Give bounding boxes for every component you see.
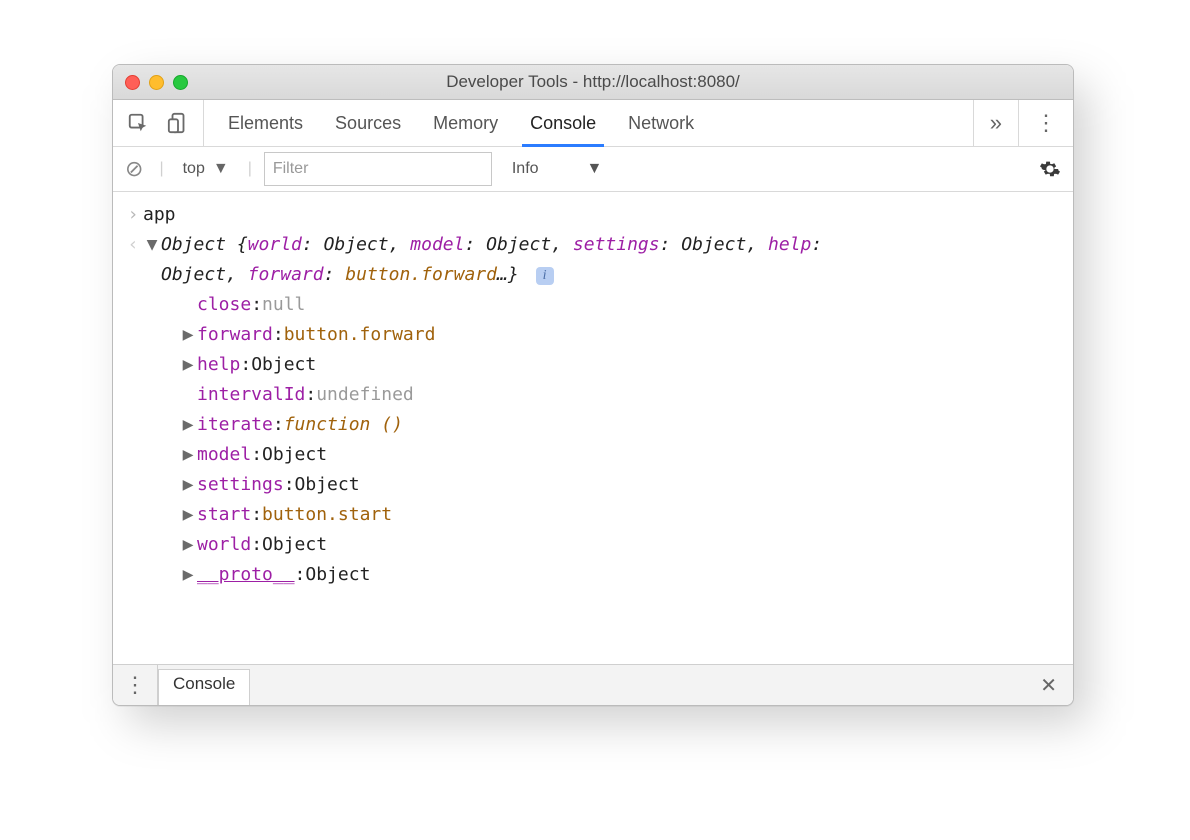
log-level-select[interactable]: Info ▼ — [512, 160, 603, 178]
expand-triangle-icon[interactable]: ▶ — [179, 560, 197, 590]
expand-triangle-icon[interactable]: ▶ — [179, 350, 197, 380]
chevron-down-icon: ▼ — [587, 160, 603, 178]
console-output: › app ‹ ▼ Object {world: Object, model: … — [113, 192, 1073, 664]
more-tabs-icon[interactable]: » — [973, 100, 1018, 146]
property-row[interactable]: ▶world: Object — [179, 530, 1063, 560]
settings-menu-icon[interactable]: ⋮ — [1018, 100, 1073, 146]
drawer: ⋮ Console ✕ — [113, 664, 1073, 705]
tab-sources[interactable]: Sources — [319, 100, 417, 146]
log-level-label: Info — [512, 160, 539, 178]
chevron-down-icon: ▼ — [213, 160, 229, 178]
console-toolbar: ⊘ | top ▼ | Info ▼ — [113, 147, 1073, 192]
property-row[interactable]: ▶forward: button.forward — [179, 320, 1063, 350]
property-row[interactable]: ▶start: button.start — [179, 500, 1063, 530]
output-chevron-icon: ‹ — [123, 230, 143, 260]
object-properties: close: null ▶forward: button.forward ▶he… — [123, 290, 1063, 590]
property-row[interactable]: ▶help: Object — [179, 350, 1063, 380]
expand-triangle-icon[interactable]: ▶ — [179, 470, 197, 500]
clear-console-icon[interactable]: ⊘ — [125, 156, 143, 182]
drawer-menu-icon[interactable]: ⋮ — [113, 665, 158, 705]
titlebar: Developer Tools - http://localhost:8080/ — [113, 65, 1073, 100]
property-row[interactable]: ▶settings: Object — [179, 470, 1063, 500]
execution-context-select[interactable]: top ▼ — [176, 157, 236, 181]
drawer-tab-console[interactable]: Console — [158, 669, 250, 706]
property-row[interactable]: ▶__proto__: Object — [179, 560, 1063, 590]
device-toolbar-icon[interactable] — [167, 112, 189, 134]
execution-context-label: top — [183, 160, 205, 178]
filter-input[interactable] — [264, 152, 492, 186]
input-chevron-icon: › — [123, 200, 143, 230]
property-row[interactable]: ▶iterate: function () — [179, 410, 1063, 440]
object-summary[interactable]: Object {world: Object, model: Object, se… — [161, 230, 822, 290]
window-title: Developer Tools - http://localhost:8080/ — [113, 72, 1073, 92]
inspect-element-icon[interactable] — [127, 112, 149, 134]
panel-tabs: Elements Sources Memory Console Network — [204, 100, 710, 146]
expand-triangle-icon[interactable]: ▶ — [179, 440, 197, 470]
drawer-close-icon[interactable]: ✕ — [1024, 673, 1073, 698]
tab-elements[interactable]: Elements — [212, 100, 319, 146]
property-row[interactable]: ▶model: Object — [179, 440, 1063, 470]
tab-memory[interactable]: Memory — [417, 100, 514, 146]
property-row[interactable]: close: null — [179, 290, 1063, 320]
info-badge-icon[interactable]: i — [536, 267, 554, 285]
devtools-tabbar: Elements Sources Memory Console Network … — [113, 100, 1073, 147]
expand-triangle-icon[interactable]: ▶ — [179, 530, 197, 560]
tab-network[interactable]: Network — [612, 100, 710, 146]
console-settings-icon[interactable] — [1039, 158, 1061, 180]
expand-triangle-icon[interactable]: ▶ — [179, 500, 197, 530]
expand-triangle-icon[interactable]: ▶ — [179, 320, 197, 350]
property-row[interactable]: intervalId: undefined — [179, 380, 1063, 410]
collapse-toggle-icon[interactable]: ▼ — [143, 230, 161, 260]
tab-console[interactable]: Console — [514, 100, 612, 146]
devtools-window: Developer Tools - http://localhost:8080/ — [112, 64, 1074, 706]
console-input-echo: app — [143, 200, 176, 230]
expand-triangle-icon[interactable]: ▶ — [179, 410, 197, 440]
